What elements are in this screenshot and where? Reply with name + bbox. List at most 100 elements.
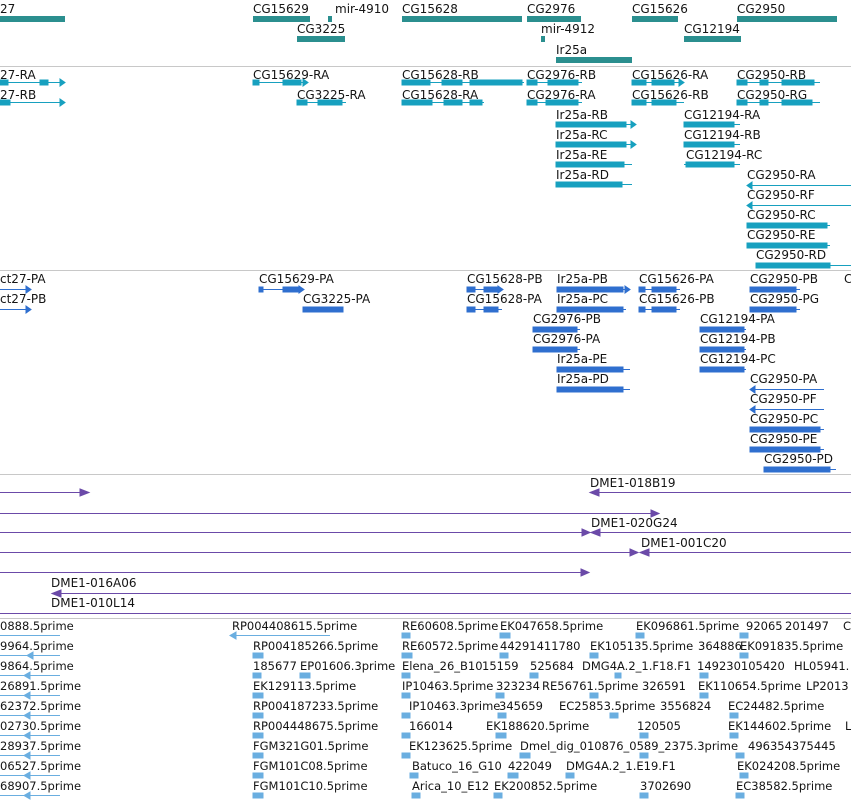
clone-label[interactable]: DME1-010L14 bbox=[51, 596, 135, 610]
gene-feature-ir25a[interactable] bbox=[556, 57, 632, 63]
protein-label[interactable]: CG2976-PA bbox=[533, 332, 600, 346]
est-label[interactable]: EK123625.5prime bbox=[409, 739, 512, 753]
est-label[interactable]: Dmel_dig_010876_0589_2375.3prime bbox=[520, 739, 738, 753]
clone-label[interactable]: DME1-018B19 bbox=[590, 476, 676, 490]
est-label[interactable]: 62372.5prime bbox=[0, 699, 81, 713]
protein-label[interactable]: CG2950-PG bbox=[750, 292, 819, 306]
est-label[interactable]: 496354375445 bbox=[748, 739, 836, 753]
clone-feature[interactable] bbox=[638, 548, 851, 557]
est-label[interactable]: EK129113.5prime bbox=[253, 679, 356, 693]
transcript-label[interactable]: CG15626-RB bbox=[632, 88, 709, 102]
gene-feature-27[interactable] bbox=[0, 16, 65, 22]
protein-label[interactable]: CG2950-PF bbox=[750, 392, 817, 406]
transcript-label[interactable]: CG2950-RB bbox=[737, 68, 806, 82]
est-label[interactable]: IP10463.5prime bbox=[402, 679, 493, 693]
protein-label[interactable]: CG2950-PC bbox=[750, 412, 818, 426]
gene-label[interactable]: 27 bbox=[0, 2, 15, 16]
est-label[interactable]: EK188620.5prime bbox=[486, 719, 589, 733]
protein-label[interactable]: CG3225-PA bbox=[303, 292, 370, 306]
est-label[interactable]: 06527.5prime bbox=[0, 759, 81, 773]
transcript-label[interactable]: CG3225-RA bbox=[297, 88, 366, 102]
gene-feature-cg15626[interactable] bbox=[632, 16, 678, 22]
est-label[interactable]: 9964.5prime bbox=[0, 639, 74, 653]
clone-feature[interactable] bbox=[0, 568, 591, 577]
protein-label[interactable]: ct27-PB bbox=[0, 292, 46, 306]
transcript-label[interactable]: 27-RB bbox=[0, 88, 36, 102]
clone-feature[interactable] bbox=[0, 509, 661, 518]
est-label[interactable]: 3556824 bbox=[660, 699, 711, 713]
transcript-label[interactable]: Ir25a-RE bbox=[556, 148, 607, 162]
protein-label[interactable]: Ir25a-PC bbox=[557, 292, 608, 306]
est-label[interactable]: EC25853.5prime bbox=[559, 699, 655, 713]
protein-label[interactable]: Ir25a-PE bbox=[557, 352, 607, 366]
est-label[interactable]: 326591 bbox=[642, 679, 686, 693]
est-label[interactable]: 166014 bbox=[409, 719, 453, 733]
est-label[interactable]: 28937.5prime bbox=[0, 739, 81, 753]
gene-label[interactable]: CG12194 bbox=[684, 22, 740, 36]
protein-label[interactable]: CG12194-PB bbox=[700, 332, 776, 346]
gene-feature-mir-4912[interactable] bbox=[541, 36, 545, 42]
transcript-label[interactable]: CG12194-RB bbox=[684, 128, 761, 142]
clone-feature[interactable] bbox=[50, 589, 851, 598]
est-label[interactable]: EC24482.5prime bbox=[728, 699, 824, 713]
est-label[interactable]: 525684 bbox=[530, 659, 574, 673]
est-label[interactable]: RE60608.5prime bbox=[402, 619, 498, 633]
clone-label[interactable]: DME1-020G24 bbox=[591, 516, 678, 530]
protein-label[interactable]: ct27-PA bbox=[0, 272, 46, 286]
protein-label[interactable]: Ir25a-PD bbox=[557, 372, 609, 386]
est-label[interactable]: 185677 bbox=[253, 659, 297, 673]
clone-label[interactable]: DME1-001C20 bbox=[641, 536, 727, 550]
est-label[interactable]: RP004187233.5prime bbox=[253, 699, 378, 713]
est-label[interactable]: 364886 bbox=[698, 639, 742, 653]
transcript-label[interactable]: CG15629-RA bbox=[253, 68, 329, 82]
transcript-label[interactable]: CG15628-RA bbox=[402, 88, 478, 102]
est-label[interactable]: 345659 bbox=[499, 699, 543, 713]
est-label[interactable]: Batuco_16_G10 bbox=[412, 759, 502, 773]
clone-feature[interactable] bbox=[0, 528, 592, 537]
transcript-label[interactable]: CG2950-RE bbox=[747, 228, 815, 242]
est-label[interactable]: EK096861.5prime bbox=[636, 619, 739, 633]
est-label[interactable]: EK091835.5prime bbox=[740, 639, 843, 653]
est-label[interactable]: Elena_26_B10 bbox=[402, 659, 483, 673]
gene-label[interactable]: CG2976 bbox=[527, 2, 575, 16]
transcript-label[interactable]: CG15628-RB bbox=[402, 68, 479, 82]
protein-label[interactable]: CG2950-PA bbox=[750, 372, 817, 386]
est-label[interactable]: RP004408615.5prime bbox=[232, 619, 357, 633]
transcript-label[interactable]: CG12194-RA bbox=[684, 108, 760, 122]
protein-label[interactable]: CG15626-PA bbox=[639, 272, 714, 286]
gene-label[interactable]: mir-4912 bbox=[541, 22, 595, 36]
protein-label[interactable]: Ir25a-PB bbox=[557, 272, 608, 286]
gene-feature-cg3225[interactable] bbox=[297, 36, 345, 42]
gene-label[interactable]: mir-4910 bbox=[335, 2, 389, 16]
transcript-label[interactable]: CG2950-RF bbox=[747, 188, 815, 202]
est-label[interactable]: 422049 bbox=[508, 759, 552, 773]
protein-label[interactable]: CG2950-PE bbox=[750, 432, 817, 446]
protein-label[interactable]: CG2950-PB bbox=[750, 272, 818, 286]
est-label[interactable]: 201497 bbox=[785, 619, 829, 633]
est-label[interactable]: 44291411780 bbox=[500, 639, 580, 653]
est-label[interactable]: 92065 bbox=[746, 619, 783, 633]
transcript-label[interactable]: CG15626-RA bbox=[632, 68, 708, 82]
protein-label[interactable]: CG12194-PA bbox=[700, 312, 775, 326]
est-label[interactable]: EK110654.5prime bbox=[698, 679, 801, 693]
gene-label[interactable]: Ir25a bbox=[556, 43, 587, 57]
est-label[interactable]: RP004448675.5prime bbox=[253, 719, 378, 733]
est-label[interactable]: 0888.5prime bbox=[0, 619, 74, 633]
protein-label[interactable]: CG15626-PB bbox=[639, 292, 715, 306]
gene-label[interactable]: CG3225 bbox=[297, 22, 345, 36]
protein-label[interactable]: C bbox=[844, 272, 851, 286]
est-label[interactable]: EK047658.5prime bbox=[500, 619, 603, 633]
protein-label[interactable]: CG15628-PA bbox=[467, 292, 542, 306]
est-label[interactable]: 9864.5prime bbox=[0, 659, 74, 673]
est-label[interactable]: C bbox=[843, 619, 851, 633]
transcript-label[interactable]: Ir25a-RC bbox=[556, 128, 608, 142]
est-label[interactable]: 26891.5prime bbox=[0, 679, 81, 693]
est-label[interactable]: DMG4A.2_1.F18.F1 bbox=[582, 659, 691, 673]
clone-feature[interactable] bbox=[0, 548, 640, 557]
gene-label[interactable]: CG2950 bbox=[737, 2, 785, 16]
est-label[interactable]: RE56761.5prime bbox=[542, 679, 638, 693]
est-label[interactable]: Arica_10_E12 bbox=[412, 779, 489, 793]
transcript-label[interactable]: CG2950-RD bbox=[756, 248, 826, 262]
transcript-label[interactable]: Ir25a-RB bbox=[556, 108, 608, 122]
gene-feature-cg12194[interactable] bbox=[684, 36, 741, 42]
